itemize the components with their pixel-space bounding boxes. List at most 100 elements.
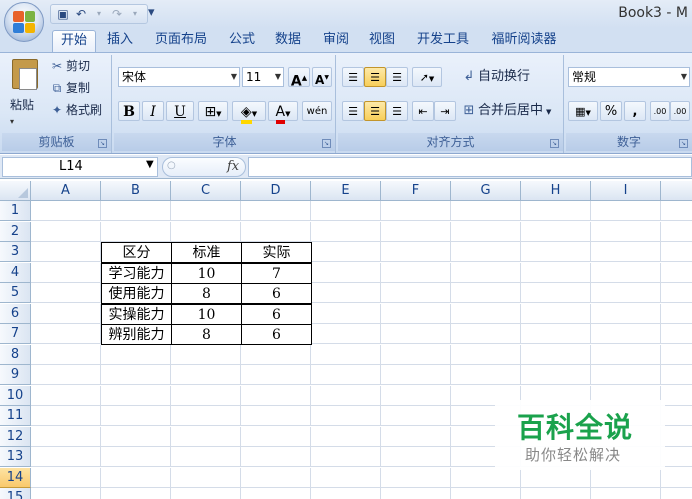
cell[interactable]	[311, 303, 381, 324]
align-left-button[interactable]: ☰	[342, 101, 364, 121]
currency-button[interactable]: ▦▼	[568, 101, 598, 121]
cell[interactable]	[31, 262, 101, 283]
decrease-decimal-button[interactable]: .00	[670, 101, 690, 121]
cell[interactable]	[381, 406, 451, 426]
row-header-11[interactable]: 11	[0, 406, 31, 426]
name-box[interactable]: L14	[2, 157, 158, 177]
increase-decimal-button[interactable]: .00	[650, 101, 670, 121]
table-cell[interactable]: 8	[171, 324, 242, 345]
cell[interactable]	[521, 365, 591, 385]
customize-qat-button[interactable]: ▾	[148, 5, 155, 20]
borders-button[interactable]: ⊞▼	[198, 101, 228, 121]
cell[interactable]	[521, 488, 591, 499]
decrease-indent-button[interactable]: ⇤	[412, 101, 434, 121]
cell[interactable]	[521, 201, 591, 221]
select-all-button[interactable]	[0, 181, 31, 201]
cell[interactable]	[451, 303, 521, 324]
tab-page-layout[interactable]: 页面布局	[148, 30, 214, 52]
cell[interactable]	[591, 201, 661, 221]
redo-dropdown-icon[interactable]: ▾	[127, 6, 143, 22]
cell[interactable]	[31, 201, 101, 221]
cell[interactable]	[661, 304, 692, 324]
cell[interactable]	[661, 427, 692, 447]
column-header-i[interactable]: I	[591, 181, 661, 201]
cell[interactable]	[101, 201, 171, 221]
table-header-cell[interactable]: 实际	[241, 242, 312, 263]
tab-foxit-reader[interactable]: 福昕阅读器	[484, 30, 564, 52]
paste-button[interactable]: 粘贴	[10, 96, 34, 113]
cell[interactable]	[381, 303, 451, 324]
row-header-1[interactable]: 1	[0, 201, 31, 221]
cell[interactable]	[451, 262, 521, 283]
cell[interactable]	[381, 201, 451, 221]
save-icon[interactable]: ▣	[55, 6, 71, 22]
italic-button[interactable]: I	[142, 101, 164, 121]
cell[interactable]	[171, 344, 241, 365]
cell[interactable]	[101, 406, 171, 426]
column-header-f[interactable]: F	[381, 181, 451, 201]
shrink-font-button[interactable]: A▼	[312, 67, 332, 87]
undo-dropdown-icon[interactable]: ▾	[91, 6, 107, 22]
tab-view[interactable]: 视图	[362, 30, 402, 52]
cell[interactable]	[101, 365, 171, 385]
row-header-10[interactable]: 10	[0, 385, 31, 406]
cell[interactable]	[451, 242, 521, 262]
cell[interactable]	[521, 467, 591, 488]
table-cell[interactable]: 7	[241, 262, 312, 284]
font-color-button[interactable]: A▼	[268, 101, 298, 124]
cell[interactable]	[241, 488, 311, 499]
cell[interactable]	[241, 385, 311, 406]
row-header-7[interactable]: 7	[0, 324, 31, 344]
cell[interactable]	[381, 242, 451, 262]
cell[interactable]	[311, 242, 381, 262]
table-cell[interactable]: 实操能力	[101, 303, 172, 325]
cell[interactable]	[31, 303, 101, 324]
cell[interactable]	[31, 365, 101, 385]
row-header-5[interactable]: 5	[0, 283, 31, 303]
cell[interactable]	[311, 283, 381, 303]
cell[interactable]	[101, 221, 171, 242]
cell[interactable]	[241, 406, 311, 426]
wrap-text-button[interactable]: ↲ 自动换行	[462, 68, 530, 86]
font-size-combo[interactable]: 11 ▼	[242, 67, 284, 87]
alignment-launcher-icon[interactable]: ↘	[550, 139, 559, 148]
row-header-3[interactable]: 3	[0, 242, 31, 262]
cell[interactable]	[311, 365, 381, 385]
column-header-h[interactable]: H	[521, 181, 591, 201]
row-header-15[interactable]: 15	[0, 488, 31, 499]
cell[interactable]	[311, 447, 381, 467]
column-header-d[interactable]: D	[241, 181, 311, 201]
table-cell[interactable]: 6	[241, 303, 312, 325]
cell[interactable]	[451, 221, 521, 242]
redo-icon[interactable]: ↷	[109, 6, 125, 22]
tab-home[interactable]: 开始	[52, 30, 96, 52]
cell[interactable]	[381, 447, 451, 467]
paste-dropdown-icon[interactable]: ▾	[10, 113, 14, 131]
comma-button[interactable]: ,	[624, 101, 646, 121]
cell[interactable]	[591, 365, 661, 385]
underline-button[interactable]: U	[166, 101, 194, 121]
cell[interactable]	[381, 488, 451, 499]
number-format-combo[interactable]: 常规 ▼	[568, 67, 690, 87]
table-cell[interactable]: 8	[171, 283, 242, 304]
cell[interactable]	[591, 467, 661, 488]
cell[interactable]	[311, 262, 381, 283]
cell[interactable]	[171, 365, 241, 385]
formula-input[interactable]	[248, 157, 692, 177]
table-cell[interactable]: 辨别能力	[101, 324, 172, 345]
cell[interactable]	[101, 488, 171, 499]
cell[interactable]	[31, 385, 101, 406]
tab-formulas[interactable]: 公式	[222, 30, 262, 52]
cell[interactable]	[101, 385, 171, 406]
number-launcher-icon[interactable]: ↘	[679, 139, 688, 148]
align-bottom-button[interactable]: ☰	[386, 67, 408, 87]
increase-indent-button[interactable]: ⇥	[434, 101, 456, 121]
cell[interactable]	[661, 242, 692, 262]
cell[interactable]	[31, 447, 101, 467]
chevron-down-icon[interactable]: ▼	[146, 159, 154, 170]
cell[interactable]	[101, 426, 171, 447]
cell[interactable]	[311, 426, 381, 447]
row-header-8[interactable]: 8	[0, 344, 31, 365]
column-header-b[interactable]: B	[101, 181, 171, 201]
cell[interactable]	[661, 468, 692, 488]
